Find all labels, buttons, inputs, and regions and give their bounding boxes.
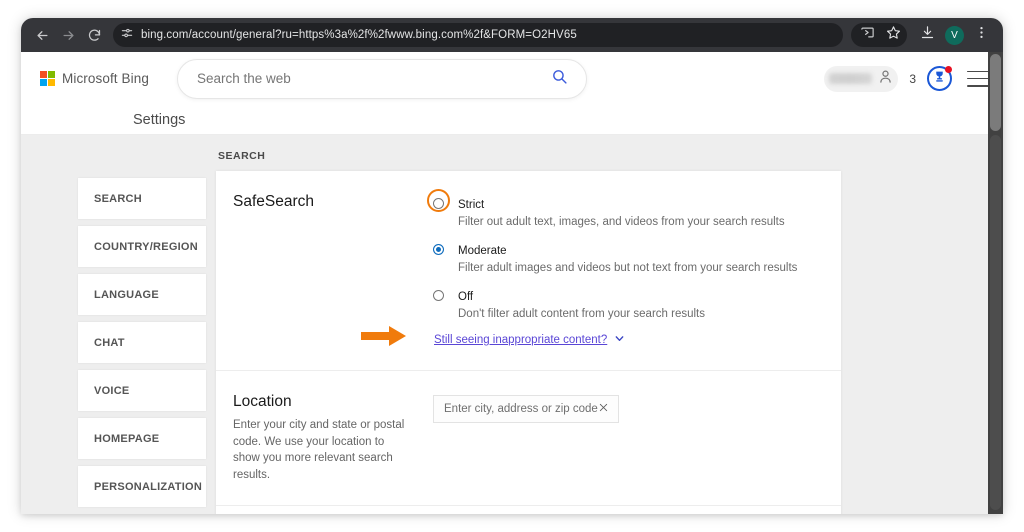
location-title: Location	[233, 393, 292, 410]
sidebar-item-voice[interactable]: VOICE	[78, 370, 206, 411]
inappropriate-content-label: Still seeing inappropriate content?	[434, 334, 608, 346]
radio-moderate-label: Moderate	[458, 245, 507, 257]
location-row: Location Enter your city and state or po…	[216, 371, 841, 506]
search-icon[interactable]	[551, 68, 568, 90]
bing-header: Microsoft Bing Search the web 3	[21, 52, 1003, 105]
safesearch-options: Strict Filter out adult text, images, an…	[427, 189, 819, 348]
settings-sidebar: SEARCH COUNTRY/REGION LANGUAGE CHAT VOIC…	[78, 178, 206, 514]
download-icon	[920, 25, 935, 45]
close-x-icon[interactable]	[598, 400, 609, 418]
radio-off-label: Off	[458, 291, 474, 303]
radio-strict-description: Filter out adult text, images, and video…	[458, 216, 785, 228]
settings-main-column: SEARCH SafeSearch Strict Filter out adul…	[216, 150, 841, 514]
radio-strict-label: Strict	[458, 199, 485, 211]
radio-option-off[interactable]: Off Don't filter adult content from your…	[433, 287, 819, 320]
radio-moderate[interactable]	[433, 244, 444, 255]
sidebar-item-homepage[interactable]: HOMEPAGE	[78, 418, 206, 459]
account-name-blurred	[829, 73, 873, 84]
settings-header-strip: Settings	[21, 105, 1003, 135]
safesearch-title: SafeSearch	[233, 193, 314, 210]
sidebar-item-label: HOMEPAGE	[94, 432, 160, 445]
chevron-down-icon	[614, 333, 625, 347]
search-input[interactable]	[196, 71, 551, 86]
browser-window: bing.com/account/general?ru=https%3a%2f%…	[21, 18, 1003, 514]
bing-header-actions: 3	[824, 65, 989, 92]
notification-dot	[945, 66, 952, 73]
location-label-col: Location Enter your city and state or po…	[233, 393, 433, 483]
safesearch-label-col: SafeSearch	[233, 193, 433, 348]
rewards-trophy-icon	[933, 70, 946, 88]
address-bar-url: bing.com/account/general?ru=https%3a%2f%…	[141, 29, 577, 41]
radio-strict[interactable]	[433, 198, 444, 209]
section-label: SEARCH	[218, 150, 266, 162]
settings-card: SafeSearch Strict Filter out adult text,…	[216, 171, 841, 514]
page-scrollbar-track[interactable]	[990, 135, 1001, 510]
browser-toolbar: bing.com/account/general?ru=https%3a%2f%…	[21, 18, 1003, 52]
sidebar-item-personalization[interactable]: PERSONALIZATION	[78, 466, 206, 507]
page-scrollbar[interactable]	[988, 52, 1003, 514]
reload-button[interactable]	[81, 22, 107, 48]
sidebar-item-label: PERSONALIZATION	[94, 480, 203, 493]
profile-avatar[interactable]: V	[945, 25, 964, 45]
bing-search-bar[interactable]	[176, 58, 587, 99]
location-description: Enter your city and state or postal code…	[233, 419, 405, 481]
tune-sliders-icon[interactable]	[120, 26, 134, 45]
sidebar-item-label: COUNTRY/REGION	[94, 240, 198, 253]
rewards-button[interactable]	[927, 66, 952, 91]
page-scrollbar-thumb[interactable]	[990, 54, 1001, 131]
radio-off-texts: Off Don't filter adult content from your…	[458, 287, 705, 320]
settings-body: SEARCH COUNTRY/REGION LANGUAGE CHAT VOIC…	[21, 135, 1003, 514]
radio-off[interactable]	[433, 290, 444, 301]
sidebar-item-chat[interactable]: CHAT	[78, 322, 206, 363]
radio-off-description: Don't filter adult content from your sea…	[458, 308, 705, 320]
microsoft-logo-icon	[40, 71, 55, 86]
cast-icon	[860, 25, 875, 45]
safesearch-row: SafeSearch Strict Filter out adult text,…	[216, 171, 841, 371]
sidebar-item-label: LANGUAGE	[94, 288, 159, 301]
location-control-col	[433, 393, 819, 483]
back-arrow-icon	[35, 28, 50, 43]
rewards-count: 3	[909, 71, 916, 86]
star-icon	[886, 25, 901, 45]
sidebar-item-label: CHAT	[94, 336, 125, 349]
bookmark-button[interactable]	[881, 23, 905, 47]
radio-option-moderate[interactable]: Moderate Filter adult images and videos …	[433, 241, 819, 274]
sidebar-item-label: SEARCH	[94, 192, 142, 205]
sidebar-item-country-region[interactable]: COUNTRY/REGION	[78, 226, 206, 267]
browser-menu-button[interactable]	[969, 23, 993, 47]
location-input-wrapper[interactable]	[433, 395, 619, 423]
search-suggestions-row: Search suggestions See search suggestion…	[216, 506, 841, 514]
address-bar[interactable]: bing.com/account/general?ru=https%3a%2f%…	[113, 23, 843, 47]
cast-button[interactable]	[855, 23, 879, 47]
account-chip[interactable]	[824, 65, 899, 92]
location-input[interactable]	[444, 403, 598, 415]
radio-option-strict[interactable]: Strict Filter out adult text, images, an…	[427, 189, 819, 228]
sidebar-item-label: VOICE	[94, 384, 130, 397]
downloads-button[interactable]	[915, 23, 939, 47]
page-title: Settings	[133, 111, 186, 128]
sidebar-item-language[interactable]: LANGUAGE	[78, 274, 206, 315]
microsoft-bing-logo[interactable]: Microsoft Bing	[40, 71, 149, 86]
bing-logo-text: Microsoft Bing	[62, 71, 149, 86]
person-icon	[877, 68, 894, 90]
back-button[interactable]	[29, 22, 55, 48]
radio-moderate-texts: Moderate Filter adult images and videos …	[458, 241, 797, 274]
forward-arrow-icon	[61, 28, 76, 43]
radio-strict-texts: Strict Filter out adult text, images, an…	[458, 195, 785, 228]
profile-initial: V	[951, 29, 958, 41]
inappropriate-content-link[interactable]: Still seeing inappropriate content?	[434, 333, 625, 347]
three-dot-menu-icon	[974, 25, 989, 45]
omnibox-actions	[851, 23, 907, 47]
hamburger-menu-icon[interactable]	[967, 70, 989, 87]
radio-moderate-description: Filter adult images and videos but not t…	[458, 262, 798, 274]
sidebar-item-search[interactable]: SEARCH	[78, 178, 206, 219]
page-viewport: Microsoft Bing Search the web 3 Settings…	[21, 52, 1003, 514]
reload-icon	[87, 28, 102, 43]
forward-button[interactable]	[55, 22, 81, 48]
